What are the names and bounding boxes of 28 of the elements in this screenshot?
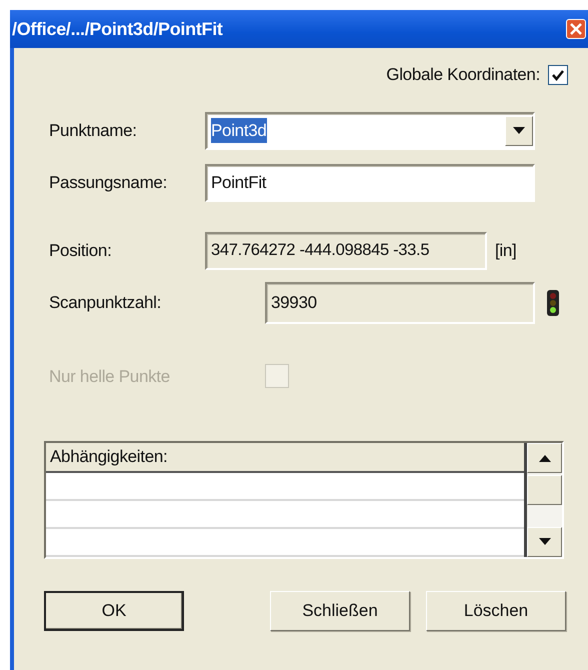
check-icon	[551, 68, 565, 82]
dialog-button[interactable]: OK	[44, 591, 184, 631]
field-label: Scanpunktzahl:	[49, 292, 162, 314]
scrollbar[interactable]	[524, 443, 562, 557]
caret-up-icon	[538, 454, 550, 462]
fit-name-field[interactable]: PointFit	[205, 164, 535, 202]
dialog-button[interactable]: Löschen	[426, 591, 566, 631]
field-label: Passungsname:	[49, 172, 168, 194]
traffic-light-icon	[547, 290, 559, 316]
scan-count-field: 39930	[265, 282, 535, 324]
dialog-button[interactable]: Schließen	[270, 591, 410, 631]
checkbox[interactable]	[548, 64, 568, 85]
caret-down-icon	[513, 126, 525, 134]
field-label: Punktname:	[49, 120, 138, 142]
scroll-down-button[interactable]	[527, 527, 562, 557]
caret-down-icon	[538, 538, 550, 546]
field-label: Position:	[49, 240, 113, 262]
scroll-thumb[interactable]	[527, 475, 562, 505]
checkbox-label: Nur helle Punkte	[49, 366, 171, 388]
column-header: Abhängigkeiten:	[46, 443, 524, 473]
scroll-up-button[interactable]	[527, 443, 562, 473]
checkbox-label: Globale Koordinaten:	[386, 64, 540, 86]
close-button[interactable]	[566, 19, 586, 39]
unit-label: [in]	[495, 240, 516, 262]
point-name-dropdown[interactable]: Point3d	[205, 112, 535, 150]
window-title: /Office/.../Point3d/PointFit	[12, 18, 223, 40]
position-field: 347.764272 -444.098845 -33.5	[205, 232, 487, 270]
dropdown-button[interactable]	[505, 116, 533, 146]
